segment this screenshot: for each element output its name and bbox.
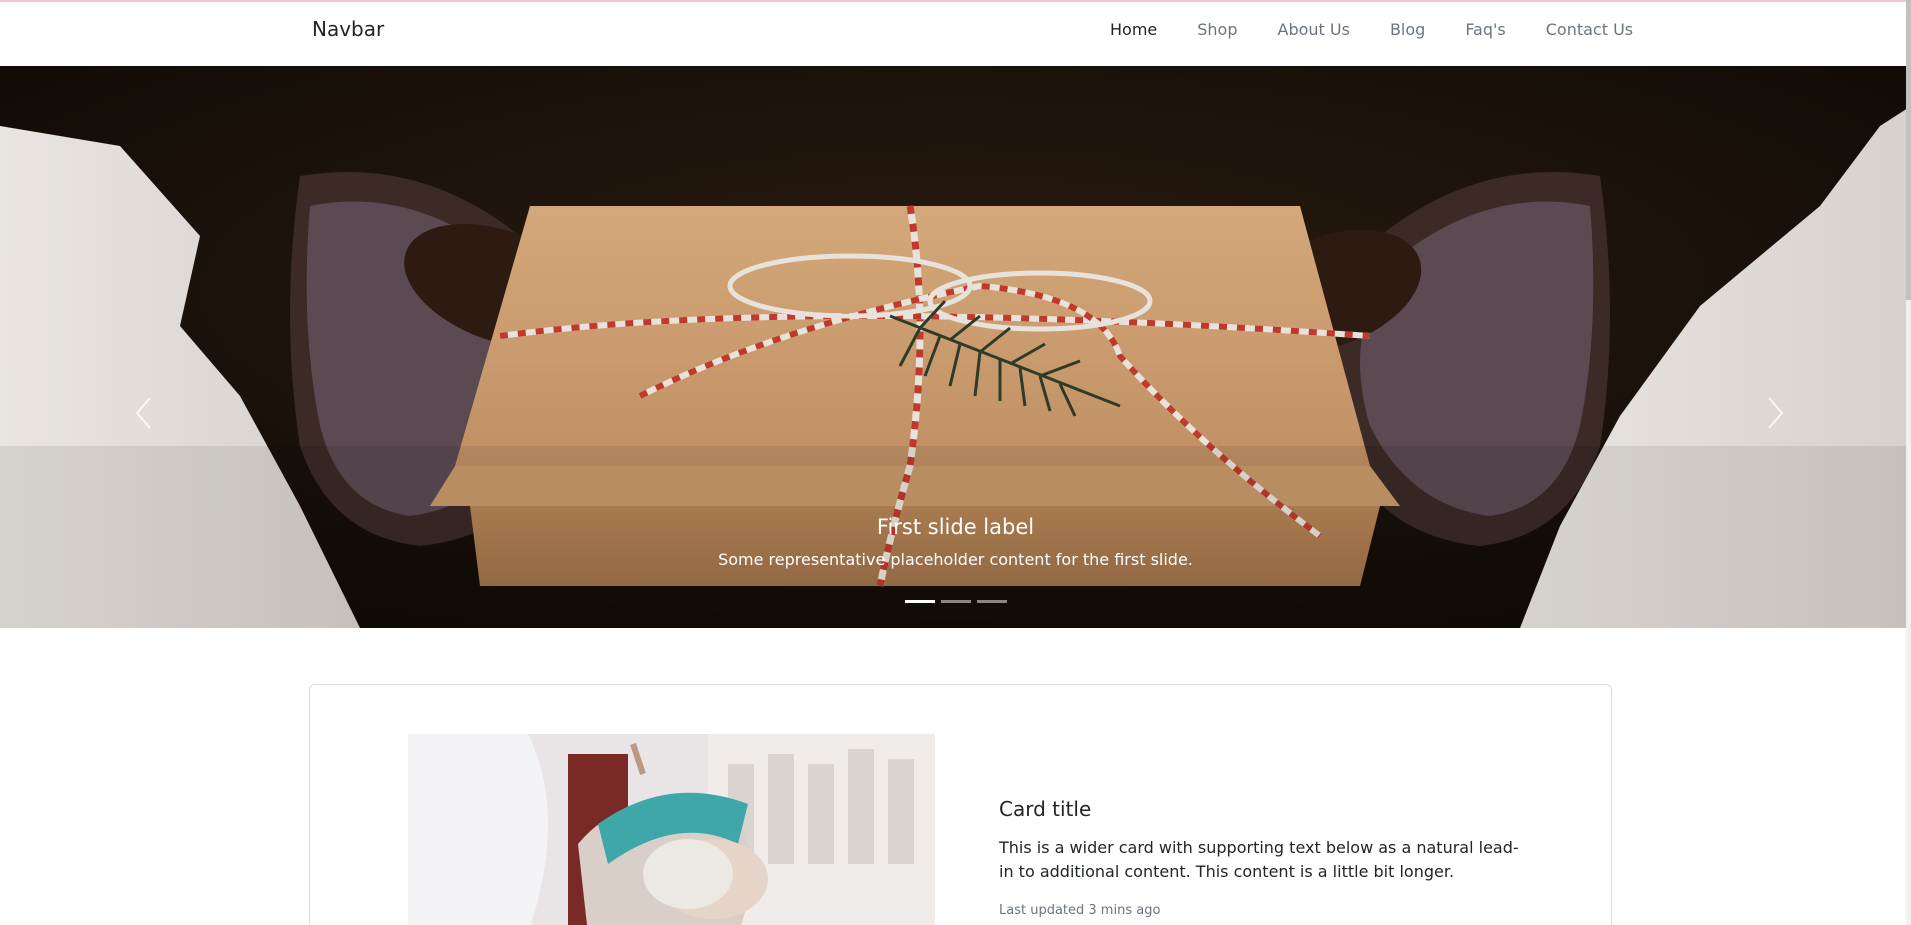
carousel-indicator-3[interactable] — [976, 600, 1007, 603]
card-last-updated: Last updated 3 mins ago — [999, 903, 1161, 918]
carousel-next-button[interactable] — [1765, 396, 1785, 430]
navbar-brand[interactable]: Navbar — [312, 17, 384, 41]
card-text: This is a wider card with supporting tex… — [999, 838, 1519, 881]
nav-link-shop[interactable]: Shop — [1177, 20, 1257, 39]
page-scrollbar[interactable] — [1906, 0, 1911, 925]
carousel-prev-button[interactable] — [134, 396, 154, 430]
chevron-left-icon — [135, 397, 151, 429]
nav-links: Home Shop About Us Blog Faq's Contact Us — [1090, 20, 1653, 39]
carousel-caption-text: Some representative placeholder content … — [718, 550, 1193, 569]
nav-link-home[interactable]: Home — [1090, 20, 1177, 39]
nav-link-about-us[interactable]: About Us — [1258, 20, 1370, 39]
navbar: Navbar Home Shop About Us Blog Faq's Con… — [0, 0, 1911, 66]
chevron-right-icon — [1768, 397, 1784, 429]
card-image — [408, 734, 935, 925]
nav-link-faqs[interactable]: Faq's — [1445, 20, 1525, 39]
slide-image — [0, 66, 1911, 628]
nav-link-blog[interactable]: Blog — [1370, 20, 1445, 39]
carousel-indicators — [0, 600, 1911, 603]
card-title: Card title — [999, 797, 1092, 821]
hero-carousel: First slide label Some representative pl… — [0, 66, 1911, 628]
carousel-caption-title: First slide label — [876, 515, 1035, 539]
scrollbar-thumb[interactable] — [1906, 0, 1911, 300]
carousel-indicator-2[interactable] — [940, 600, 971, 603]
nav-link-contact-us[interactable]: Contact Us — [1526, 20, 1653, 39]
carousel-indicator-1[interactable] — [904, 600, 935, 603]
